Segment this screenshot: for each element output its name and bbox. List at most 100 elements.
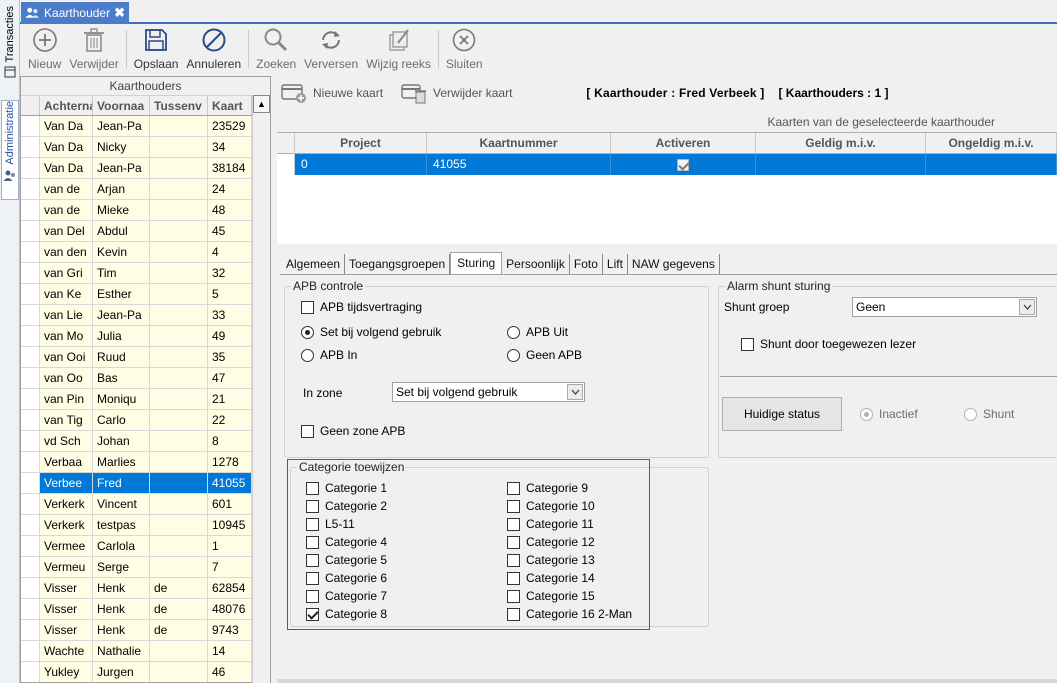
table-row[interactable]: van de Mieke 48	[21, 200, 270, 221]
cardholders-scrollbar[interactable]: ▲	[252, 95, 270, 683]
cell-kaart[interactable]: 8	[208, 431, 252, 451]
cell-tussenvoegsel[interactable]	[150, 515, 208, 535]
shunt-reader-checkbox[interactable]: Shunt door toegewezen lezer	[741, 337, 916, 351]
cell-voornaam[interactable]: Bas	[93, 368, 150, 388]
table-row[interactable]: Wachte Nathalie 14	[21, 641, 270, 662]
cell-kaart[interactable]: 9743	[208, 620, 252, 640]
cell-tussenvoegsel[interactable]	[150, 305, 208, 325]
cell-kaart[interactable]: 35	[208, 347, 252, 367]
cell-achternaam[interactable]: van Mo	[40, 326, 93, 346]
chevron-down-icon[interactable]	[567, 384, 583, 400]
cell-achternaam[interactable]: Van Da	[40, 158, 93, 178]
radio-circle[interactable]	[860, 407, 873, 421]
table-row[interactable]: Verbee Fred 41055	[21, 473, 270, 494]
cell-kaart[interactable]: 34	[208, 137, 252, 157]
cell-kaart[interactable]: 24	[208, 179, 252, 199]
cell-voornaam[interactable]: Tim	[93, 263, 150, 283]
cell-tussenvoegsel[interactable]	[150, 284, 208, 304]
table-row[interactable]: Visser Henk de 9743	[21, 620, 270, 641]
row-selector[interactable]	[21, 158, 40, 178]
cell-kaart[interactable]: 10945	[208, 515, 252, 535]
table-row[interactable]: Verbaa Marlies 1278	[21, 452, 270, 473]
row-selector[interactable]	[21, 389, 40, 409]
radio-shunt[interactable]: Shunt	[964, 407, 1014, 421]
cell-kaart[interactable]: 1278	[208, 452, 252, 472]
cell-tussenvoegsel[interactable]	[150, 452, 208, 472]
cell-tussenvoegsel[interactable]	[150, 200, 208, 220]
column-header-kaart[interactable]: Kaart	[208, 96, 252, 115]
cell-voornaam[interactable]: Julia	[93, 326, 150, 346]
row-selector[interactable]	[21, 284, 40, 304]
table-row[interactable]: van de Arjan 24	[21, 179, 270, 200]
cell-voornaam[interactable]: Abdul	[93, 221, 150, 241]
cell-voornaam[interactable]: Moniqu	[93, 389, 150, 409]
cell-kaart[interactable]: 41055	[208, 473, 252, 493]
search-button[interactable]: Zoeken	[252, 24, 300, 71]
cell-tussenvoegsel[interactable]: de	[150, 599, 208, 619]
column-header-project[interactable]: Project	[295, 133, 427, 153]
cell-tussenvoegsel[interactable]	[150, 221, 208, 241]
cell-voornaam[interactable]: Ruud	[93, 347, 150, 367]
cell-tussenvoegsel[interactable]	[150, 137, 208, 157]
table-row[interactable]: Van Da Jean-Pa 38184	[21, 158, 270, 179]
cell-voornaam[interactable]: Nathalie	[93, 641, 150, 661]
cell-voornaam[interactable]: Carlo	[93, 410, 150, 430]
cell-voornaam[interactable]: Henk	[93, 578, 150, 598]
row-selector[interactable]	[21, 200, 40, 220]
cell-tussenvoegsel[interactable]	[150, 389, 208, 409]
table-row[interactable]: van Ooi Ruud 35	[21, 347, 270, 368]
cell-voornaam[interactable]: Mieke	[93, 200, 150, 220]
cell-voornaam[interactable]: Jurgen	[93, 662, 150, 682]
cell-tussenvoegsel[interactable]	[150, 347, 208, 367]
cell-kaart[interactable]: 49	[208, 326, 252, 346]
column-header-kaartnummer[interactable]: Kaartnummer	[427, 133, 611, 153]
cell-kaart[interactable]: 48076	[208, 599, 252, 619]
radio-circle[interactable]	[507, 348, 520, 362]
cell-achternaam[interactable]: Verbee	[40, 473, 93, 493]
activate-checkbox[interactable]	[677, 158, 689, 171]
new-button[interactable]: Nieuw	[24, 24, 65, 71]
cell-kaart[interactable]: 601	[208, 494, 252, 514]
table-row[interactable]: Visser Henk de 48076	[21, 599, 270, 620]
cell-tussenvoegsel[interactable]	[150, 263, 208, 283]
table-row[interactable]: Verkerk testpas 10945	[21, 515, 270, 536]
cell-kaart[interactable]: 22	[208, 410, 252, 430]
row-selector[interactable]	[21, 536, 40, 556]
cell-tussenvoegsel[interactable]	[150, 116, 208, 136]
edit-series-button[interactable]: Wijzig reeks	[362, 24, 435, 71]
chevron-down-icon[interactable]	[1019, 299, 1035, 315]
cell-kaartnummer[interactable]: 41055	[427, 154, 611, 175]
checkbox-box[interactable]	[301, 300, 314, 314]
cell-kaart[interactable]: 21	[208, 389, 252, 409]
radio-inactief[interactable]: Inactief	[860, 407, 918, 421]
table-row[interactable]: van Mo Julia 49	[21, 326, 270, 347]
radio-circle[interactable]	[301, 325, 314, 339]
cell-achternaam[interactable]: van de	[40, 179, 93, 199]
cell-tussenvoegsel[interactable]: de	[150, 578, 208, 598]
row-selector[interactable]	[21, 578, 40, 598]
row-selector[interactable]	[21, 137, 40, 157]
horizontal-scrollbar[interactable]	[277, 679, 1057, 683]
cell-tussenvoegsel[interactable]	[150, 179, 208, 199]
cell-tussenvoegsel[interactable]	[150, 473, 208, 493]
table-row[interactable]: van Ke Esther 5	[21, 284, 270, 305]
table-row[interactable]: 0 41055	[277, 154, 1057, 175]
cell-achternaam[interactable]: van Ke	[40, 284, 93, 304]
radio-set-next-use[interactable]: Set bij volgend gebruik	[301, 325, 441, 339]
cell-tussenvoegsel[interactable]	[150, 557, 208, 577]
row-selector[interactable]	[21, 410, 40, 430]
cell-voornaam[interactable]: Henk	[93, 599, 150, 619]
cancel-button[interactable]: Annuleren	[182, 24, 245, 71]
cell-achternaam[interactable]: Verkerk	[40, 515, 93, 535]
scroll-up-icon[interactable]: ▲	[253, 95, 270, 113]
cell-voornaam[interactable]: Jean-Pa	[93, 116, 150, 136]
row-selector[interactable]	[21, 620, 40, 640]
row-selector[interactable]	[21, 347, 40, 367]
checkbox-box[interactable]	[301, 424, 314, 438]
cell-voornaam[interactable]: Serge	[93, 557, 150, 577]
radio-circle[interactable]	[507, 325, 520, 339]
cell-voornaam[interactable]: Henk	[93, 620, 150, 640]
cell-achternaam[interactable]: Verkerk	[40, 494, 93, 514]
cell-voornaam[interactable]: Vincent	[93, 494, 150, 514]
tab-lift[interactable]: Lift	[603, 254, 628, 274]
